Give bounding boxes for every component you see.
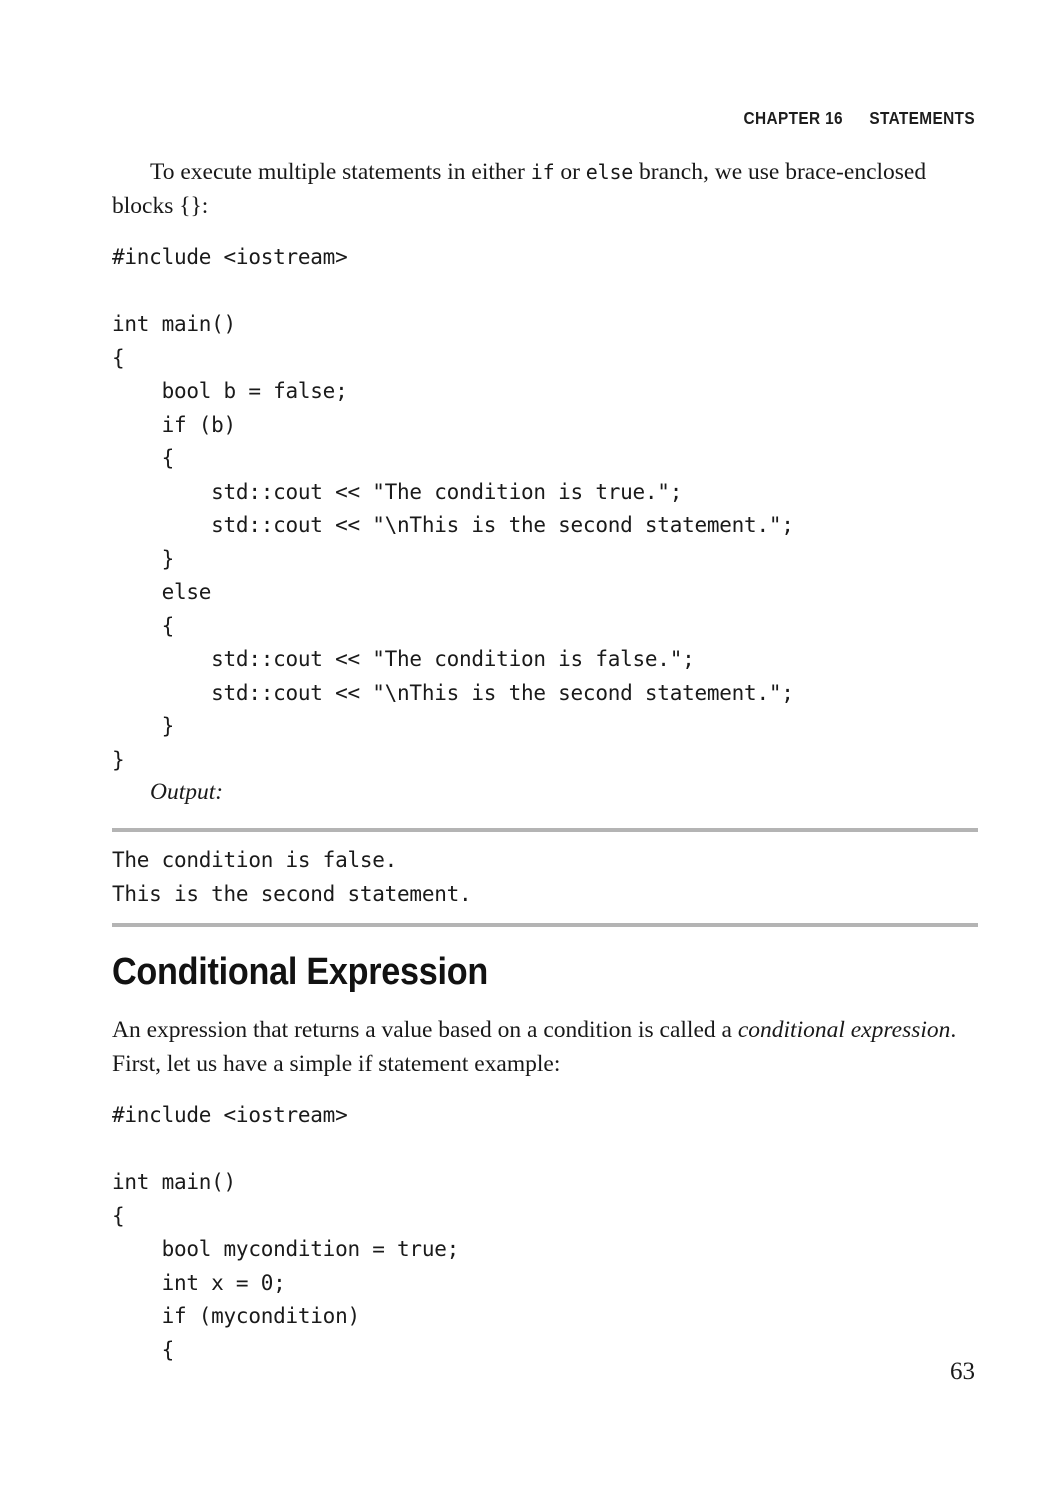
intro-paragraph: To execute multiple statements in either… — [112, 155, 978, 223]
book-page: CHAPTER 16 STATEMENTS To execute multiple… — [0, 0, 1050, 1500]
intro-text-part1: To execute multiple statements in either — [150, 159, 531, 185]
output-text: The condition is false. This is the seco… — [112, 848, 472, 906]
page-title: Conditional Expression — [112, 951, 489, 993]
output-label-block: Output: — [112, 775, 978, 809]
section-text-italic: conditional expression — [737, 1017, 951, 1043]
intro-text-part2: or — [554, 159, 586, 185]
inline-code-if: if — [530, 160, 555, 184]
intro-paragraph-block: To execute multiple statements in either… — [112, 155, 978, 223]
section-paragraph-block: An expression that returns a value based… — [112, 1013, 978, 1081]
output-label: Output: — [150, 779, 224, 805]
code-listing-2: #include <iostream> int main() { bool my… — [112, 1103, 460, 1362]
inline-code-else: else — [585, 160, 634, 184]
section-text-part1: An expression that returns a value based… — [112, 1017, 738, 1043]
output-rule-bottom — [112, 923, 978, 927]
output-rule-top — [112, 828, 978, 832]
running-head-chapter: CHAPTER 16 — [743, 108, 843, 128]
running-head-title: STATEMENTS — [869, 108, 975, 128]
section-paragraph: An expression that returns a value based… — [112, 1013, 978, 1081]
section-heading-block: Conditional Expression — [112, 950, 1012, 994]
code-listing-1-block: #include <iostream> int main() { bool b … — [112, 241, 794, 777]
page-number: 63 — [950, 1358, 975, 1385]
running-head: CHAPTER 16 STATEMENTS — [744, 108, 975, 129]
code-listing-1: #include <iostream> int main() { bool b … — [112, 245, 794, 772]
code-listing-2-block: #include <iostream> int main() { bool my… — [112, 1099, 459, 1367]
output-block: The condition is false. This is the seco… — [112, 828, 978, 927]
